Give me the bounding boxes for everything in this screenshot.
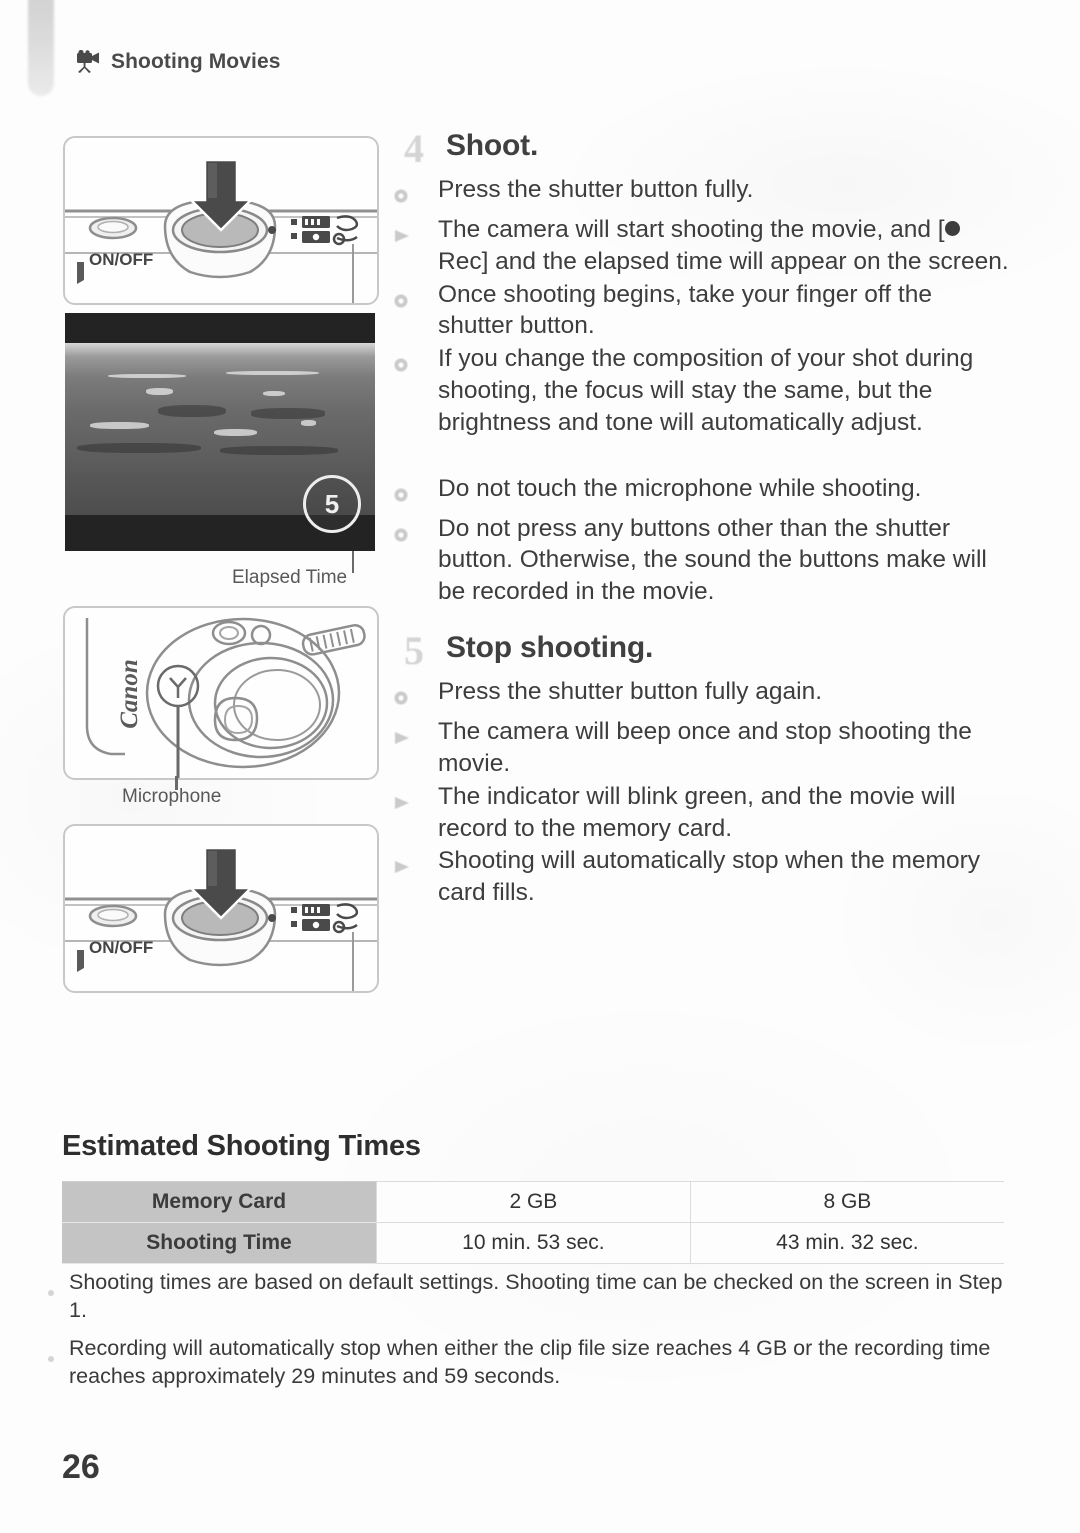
arrow-marker-icon	[392, 845, 430, 884]
table-cell: 43 min. 32 sec.	[689, 1222, 1004, 1264]
step-stop-bullets: Press the shutter button fully again. Th…	[392, 676, 1012, 909]
page-header-title: Shooting Movies	[111, 50, 281, 73]
arrow-marker-icon	[392, 781, 430, 820]
list-item-text: The camera will start shooting the movie…	[438, 214, 1012, 278]
dot-marker-icon	[392, 279, 430, 318]
list-item-text: Press the shutter button fully.	[438, 176, 754, 203]
list-item: Do not press any buttons other than the …	[392, 513, 1012, 609]
list-item-text: Do not press any buttons other than the …	[438, 514, 987, 606]
figure-lcd-screen: 5	[65, 313, 375, 551]
list-item: If you change the composition of your sh…	[392, 343, 1012, 439]
dot-marker-icon	[392, 473, 430, 512]
list-item: The camera will beep once and stop shoot…	[392, 716, 1012, 780]
page-binding-artifact	[28, 0, 54, 96]
dot-marker-icon	[392, 174, 430, 213]
page-number: 26	[62, 1448, 100, 1486]
list-item: Recording will automatically stop when e…	[46, 1334, 1006, 1391]
step-shoot: 4 Shoot. Press the shutter button fully.…	[392, 126, 1012, 608]
instruction-steps: 4 Shoot. Press the shutter button fully.…	[392, 126, 1012, 910]
onoff-label: ON/OFF	[89, 250, 154, 269]
list-item: The indicator will blink green, and the …	[392, 781, 1012, 845]
step-number: 4	[404, 126, 424, 171]
list-item-text: Shooting will automatically stop when th…	[438, 847, 980, 907]
step-stop-shooting: 5 Stop shooting. Press the shutter butto…	[392, 628, 1012, 909]
lcd-letterbox-top	[65, 313, 375, 343]
microphone-caption: Microphone	[122, 786, 222, 807]
step-title: Shoot.	[446, 129, 539, 162]
table-row-header: Shooting Time	[62, 1222, 377, 1264]
footnotes: Shooting times are based on default sett…	[46, 1268, 1006, 1400]
page-header: Shooting Movies	[72, 50, 281, 74]
estimated-shooting-times-table: Memory Card 2 GB 8 GB Shooting Time 10 m…	[62, 1181, 1004, 1264]
elapsed-time-callout-line	[352, 551, 354, 573]
table-cell: 8 GB	[689, 1181, 1004, 1223]
figure-shutter-press-top-again: ON/OFF	[63, 824, 379, 993]
dot-marker-icon	[392, 343, 430, 382]
rec-dot-icon	[944, 220, 960, 236]
footnote-text: Recording will automatically stop when e…	[69, 1335, 991, 1389]
elapsed-time-badge: 5	[303, 475, 361, 533]
arrow-marker-icon	[392, 214, 430, 253]
arrow-marker-icon	[392, 716, 430, 755]
list-item: Shooting will automatically stop when th…	[392, 845, 1012, 909]
table-cell: 10 min. 53 sec.	[376, 1222, 691, 1264]
list-item-text: The indicator will blink green, and the …	[438, 782, 956, 842]
step-title: Stop shooting.	[446, 631, 654, 665]
table-cell: 2 GB	[376, 1181, 691, 1223]
list-item-text: Press the shutter button fully again.	[438, 678, 823, 706]
dot-marker-icon	[392, 513, 430, 552]
list-item: The camera will start shooting the movie…	[392, 214, 1012, 278]
list-item-text: If you change the composition of your sh…	[438, 345, 974, 436]
table-title: Estimated Shooting Times	[62, 1130, 421, 1162]
table-row: Memory Card 2 GB 8 GB	[62, 1181, 1004, 1223]
list-item-text: Do not touch the microphone while shooti…	[438, 474, 922, 502]
table-row: Shooting Time 10 min. 53 sec. 43 min. 32…	[62, 1222, 1004, 1264]
elapsed-time-caption: Elapsed Time	[232, 567, 348, 588]
dot-marker-icon	[392, 676, 430, 715]
list-item-text: Once shooting begins, take your finger o…	[438, 280, 932, 340]
movie-camera-icon	[72, 50, 102, 74]
bullet-marker-icon	[46, 1268, 60, 1305]
onoff-label: ON/OFF	[89, 938, 154, 957]
step-number: 5	[404, 628, 424, 674]
list-item: Shooting times are based on default sett…	[46, 1268, 1006, 1325]
list-item: Press the shutter button fully again.	[392, 676, 1012, 715]
figure-shutter-press-top: ON/OFF	[63, 136, 379, 305]
figure-camera-front: Canon	[63, 606, 379, 780]
table-row-header: Memory Card	[62, 1181, 377, 1223]
svg-text:Canon: Canon	[116, 659, 143, 728]
manual-page: Shooting Movies ON/OFF 5 Elapsed Time Ca…	[0, 0, 1080, 1533]
list-item-text: The camera will beep once and stop shoot…	[438, 717, 972, 777]
bullet-marker-icon	[46, 1334, 60, 1371]
step-shoot-bullets: Press the shutter button fully. The came…	[392, 174, 1012, 439]
rec-text-after: Rec] and the elapsed time will appear on…	[438, 247, 1009, 275]
rec-text-before: The camera will start shooting the movie…	[438, 215, 945, 243]
list-item: Press the shutter button fully.	[392, 174, 1012, 213]
footnote-text: Shooting times are based on default sett…	[69, 1270, 1003, 1323]
list-item: Do not touch the microphone while shooti…	[392, 473, 1012, 512]
step-shoot-warnings: Do not touch the microphone while shooti…	[392, 473, 1012, 608]
list-item: Once shooting begins, take your finger o…	[392, 279, 1012, 343]
